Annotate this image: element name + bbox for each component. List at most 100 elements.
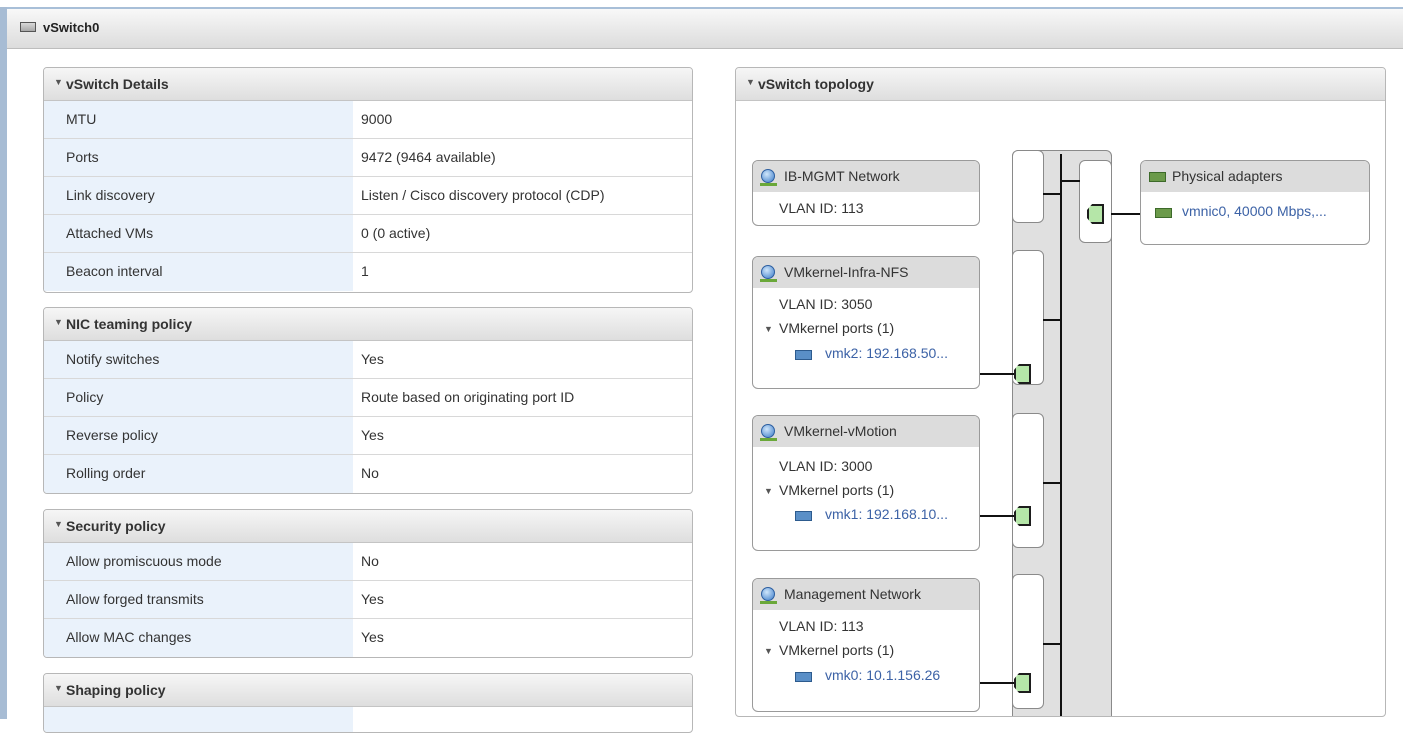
portgroup-header: VMkernel-Infra-NFS <box>753 257 979 288</box>
network-base-icon <box>760 601 777 604</box>
vmkernel-nic-icon <box>795 672 812 682</box>
row-value: Yes <box>361 351 384 367</box>
window-left-border <box>0 7 7 719</box>
row-value: 9472 (9464 available) <box>361 149 496 165</box>
link-line <box>1061 180 1080 182</box>
table-row: Reverse policy Yes <box>44 417 692 455</box>
vmkernel-port-link[interactable]: vmk1: 192.168.10... <box>825 506 948 522</box>
row-key: Rolling order <box>44 455 353 493</box>
portgroup-header: Management Network <box>753 579 979 610</box>
link-line <box>980 682 1014 684</box>
portgroup-header: IB-MGMT Network <box>753 161 979 192</box>
collapse-caret-icon[interactable]: ▼ <box>54 317 63 327</box>
security-policy-title: Security policy <box>66 518 166 534</box>
physical-nic-icon <box>1149 172 1166 182</box>
shaping-policy-title: Shaping policy <box>66 682 166 698</box>
nic-teaming-panel: ▼ NIC teaming policy Notify switches Yes … <box>43 307 693 494</box>
vmkernel-port-link[interactable]: vmk0: 10.1.156.26 <box>825 667 940 683</box>
portgroup-header: VMkernel-vMotion <box>753 416 979 447</box>
portgroup-name: VMkernel-Infra-NFS <box>784 264 909 280</box>
vlan-id: VLAN ID: 113 <box>779 200 864 216</box>
collapse-caret-icon[interactable]: ▼ <box>54 683 63 693</box>
row-value: Yes <box>361 427 384 443</box>
shaping-policy-panel: ▼ Shaping policy <box>43 673 693 733</box>
network-base-icon <box>760 183 777 186</box>
vlan-id: VLAN ID: 3050 <box>779 296 873 312</box>
table-row: Attached VMs 0 (0 active) <box>44 215 692 253</box>
security-policy-header[interactable]: ▼ Security policy <box>44 510 692 543</box>
switch-slot <box>1012 413 1044 548</box>
row-value: Route based on originating port ID <box>361 389 575 405</box>
row-value: 1 <box>361 263 369 279</box>
vmnic-link[interactable]: vmnic0, 40000 Mbps,... <box>1182 203 1327 219</box>
row-key: Notify switches <box>44 341 353 378</box>
row-value: 9000 <box>361 111 393 127</box>
row-key: Allow forged transmits <box>44 581 353 618</box>
topology-diagram: IB-MGMT Network VLAN ID: 113 VMkernel-In… <box>736 101 1385 716</box>
link-line <box>980 515 1014 517</box>
link-line <box>980 373 1014 375</box>
uplink-slot <box>1079 160 1112 243</box>
vswitch-topology-header[interactable]: ▼ vSwitch topology <box>736 68 1385 101</box>
portgroup-ib-mgmt[interactable]: IB-MGMT Network VLAN ID: 113 <box>752 160 980 226</box>
vswitch-backbone <box>1060 154 1062 716</box>
row-value: Yes <box>361 629 384 645</box>
row-value: Listen / Cisco discovery protocol (CDP) <box>361 187 605 203</box>
row-key: Policy <box>44 379 353 416</box>
row-key: Beacon interval <box>44 253 353 291</box>
table-row: MTU 9000 <box>44 101 692 139</box>
row-value: No <box>361 553 379 569</box>
row-key: Allow promiscuous mode <box>44 543 353 580</box>
vmkernel-ports-label[interactable]: VMkernel ports (1) <box>779 642 894 658</box>
expand-caret-icon[interactable]: ▼ <box>764 486 773 496</box>
window-title: vSwitch0 <box>43 20 100 35</box>
physical-adapters-box[interactable]: Physical adapters vmnic0, 40000 Mbps,... <box>1140 160 1370 245</box>
security-policy-panel: ▼ Security policy Allow promiscuous mode… <box>43 509 693 658</box>
vswitch-details-title: vSwitch Details <box>66 76 169 92</box>
network-globe-icon <box>761 424 775 438</box>
uplink-port <box>1087 204 1104 224</box>
expand-caret-icon[interactable]: ▼ <box>764 324 773 334</box>
network-globe-icon <box>761 587 775 601</box>
portgroup-vmkernel-infra-nfs[interactable]: VMkernel-Infra-NFS VLAN ID: 3050 ▼ VMker… <box>752 256 980 389</box>
row-key: Reverse policy <box>44 417 353 454</box>
table-row: Policy Route based on originating port ID <box>44 379 692 417</box>
vswitch-topology-title: vSwitch topology <box>758 76 874 92</box>
vswitch-topology-panel: ▼ vSwitch topology IB-MGMT Network VLAN … <box>735 67 1386 717</box>
table-row: Allow forged transmits Yes <box>44 581 692 619</box>
window-title-bar: vSwitch0 <box>7 9 1403 49</box>
portgroup-management-network[interactable]: Management Network VLAN ID: 113 ▼ VMkern… <box>752 578 980 712</box>
table-row: Ports 9472 (9464 available) <box>44 139 692 177</box>
row-key: MTU <box>44 101 353 138</box>
row-value: Yes <box>361 591 384 607</box>
vmkernel-ports-label[interactable]: VMkernel ports (1) <box>779 482 894 498</box>
nic-teaming-title: NIC teaming policy <box>66 316 193 332</box>
network-base-icon <box>760 438 777 441</box>
collapse-caret-icon[interactable]: ▼ <box>54 519 63 529</box>
row-key: Link discovery <box>44 177 353 214</box>
link-line <box>1043 643 1062 645</box>
physical-adapters-title: Physical adapters <box>1172 168 1283 184</box>
network-base-icon <box>760 279 777 282</box>
row-value <box>353 707 692 732</box>
vlan-id: VLAN ID: 113 <box>779 618 864 634</box>
table-row <box>44 707 692 732</box>
table-row: Beacon interval 1 <box>44 253 692 291</box>
row-value: 0 (0 active) <box>361 225 431 241</box>
link-line <box>1111 213 1140 215</box>
row-key <box>44 707 353 732</box>
vswitch-details-header[interactable]: ▼ vSwitch Details <box>44 68 692 101</box>
collapse-caret-icon[interactable]: ▼ <box>746 77 755 87</box>
physical-nic-icon <box>1155 208 1172 218</box>
expand-caret-icon[interactable]: ▼ <box>764 646 773 656</box>
link-line <box>1043 482 1062 484</box>
nic-teaming-header[interactable]: ▼ NIC teaming policy <box>44 308 692 341</box>
row-key: Attached VMs <box>44 215 353 252</box>
vmkernel-ports-label[interactable]: VMkernel ports (1) <box>779 320 894 336</box>
portgroup-vmkernel-vmotion[interactable]: VMkernel-vMotion VLAN ID: 3000 ▼ VMkerne… <box>752 415 980 551</box>
collapse-caret-icon[interactable]: ▼ <box>54 77 63 87</box>
portgroup-name: VMkernel-vMotion <box>784 423 897 439</box>
table-row: Rolling order No <box>44 455 692 493</box>
vmkernel-port-link[interactable]: vmk2: 192.168.50... <box>825 345 948 361</box>
shaping-policy-header[interactable]: ▼ Shaping policy <box>44 674 692 707</box>
